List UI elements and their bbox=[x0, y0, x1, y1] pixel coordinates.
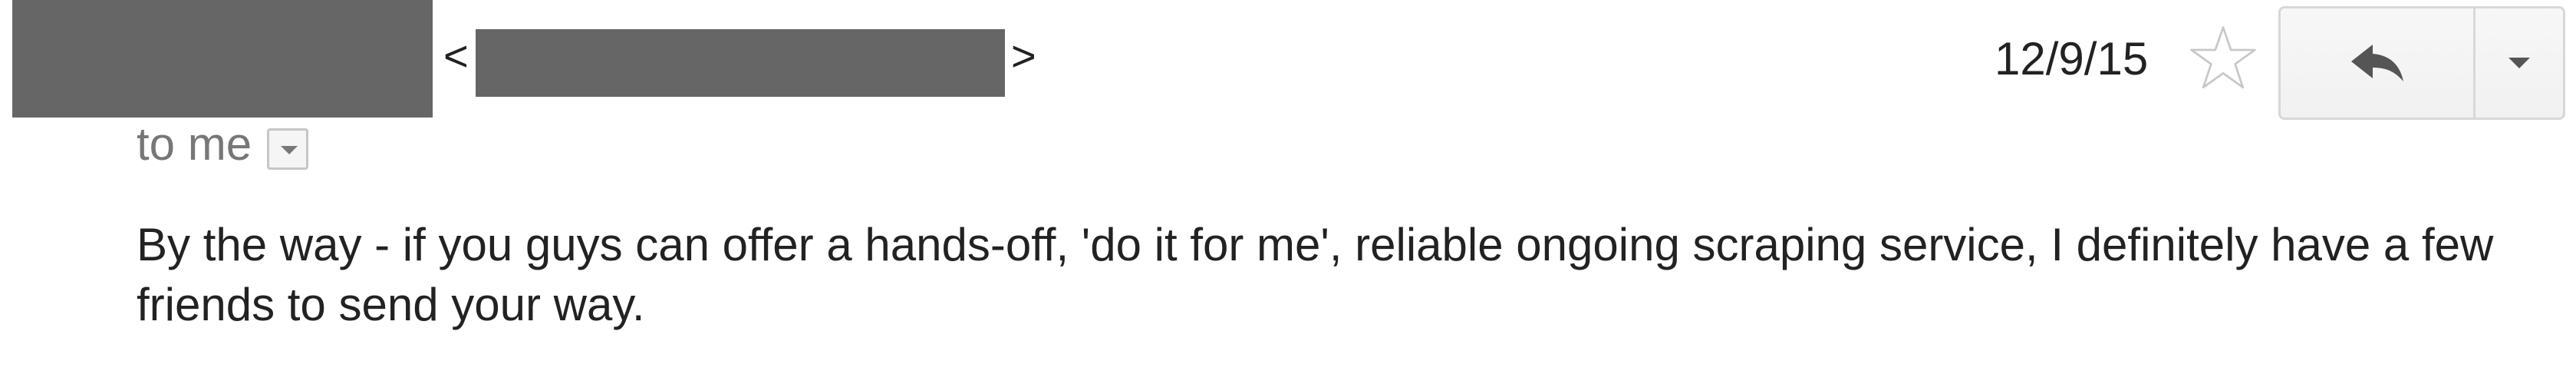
email-close-bracket: > bbox=[1011, 31, 1036, 80]
sender-name-redacted bbox=[12, 0, 433, 118]
reply-button-group bbox=[2278, 6, 2565, 120]
sender-email-redacted bbox=[476, 29, 1005, 97]
recipient-line: to me bbox=[137, 115, 309, 174]
reply-button[interactable] bbox=[2281, 8, 2476, 118]
more-actions-button[interactable] bbox=[2476, 8, 2563, 118]
reply-arrow-icon bbox=[2350, 45, 2403, 81]
show-details-button[interactable] bbox=[267, 128, 309, 170]
message-body: By the way - if you guys can offer a han… bbox=[137, 219, 2494, 330]
caret-down-icon bbox=[2508, 58, 2530, 68]
star-outline-icon[interactable] bbox=[2188, 23, 2258, 94]
message-date: 12/9/15 bbox=[1995, 33, 2149, 84]
recipient-label: to me bbox=[137, 118, 252, 170]
email-open-bracket: < bbox=[443, 31, 469, 80]
